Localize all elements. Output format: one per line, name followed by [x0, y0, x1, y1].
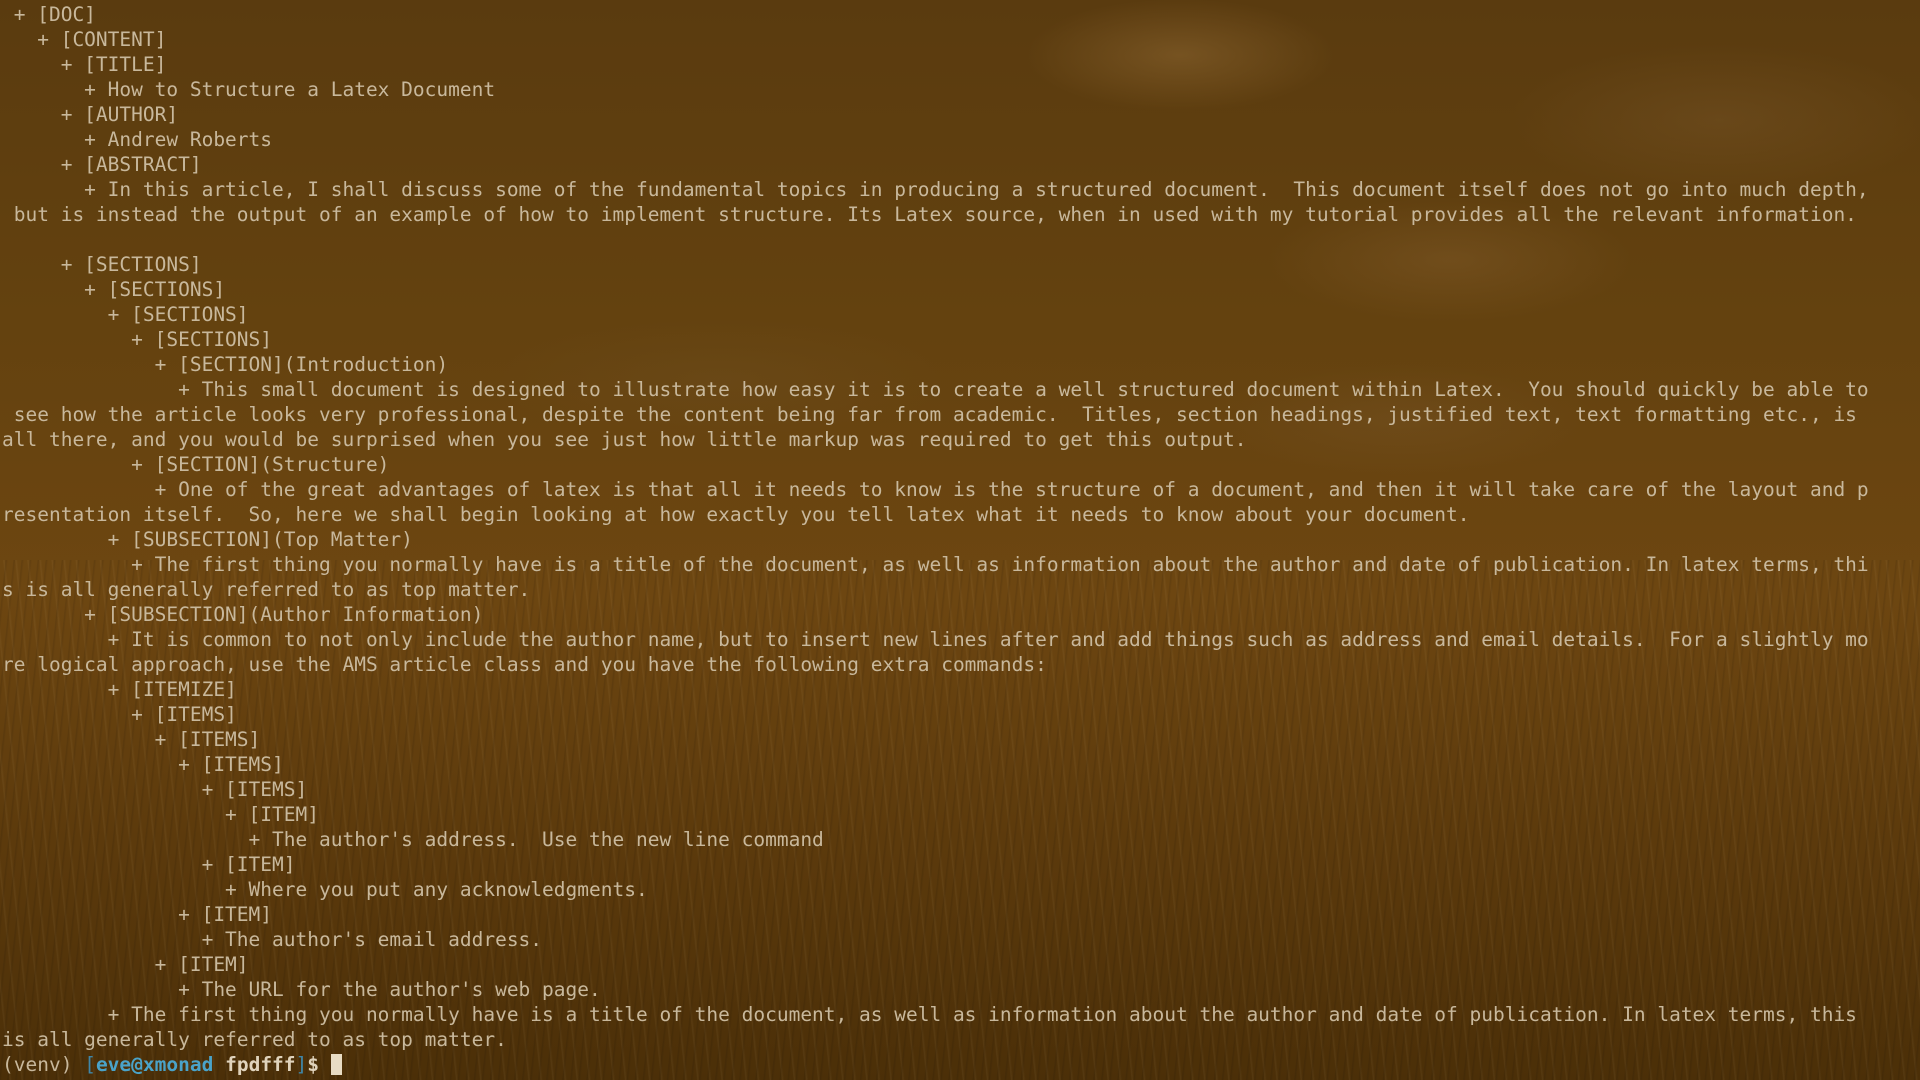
terminal-line: + The author's email address. [2, 928, 543, 951]
terminal-line: + The author's address. Use the new line… [2, 828, 824, 851]
terminal-line: s is all generally referred to as top ma… [2, 578, 531, 601]
terminal-line: + [ITEMS] [2, 703, 237, 726]
terminal-line: + [SECTIONS] [2, 328, 273, 351]
terminal-line: resentation itself. So, here we shall be… [2, 503, 1470, 526]
text-cursor[interactable] [331, 1054, 343, 1075]
prompt-dollar: $ [307, 1053, 320, 1076]
prompt-close-bracket: ] [295, 1053, 308, 1076]
terminal-output: + [DOC] + [CONTENT] + [TITLE] + How to S… [2, 2, 1916, 1052]
prompt-user-host: eve@xmonad [95, 1053, 214, 1076]
terminal-line: + [SUBSECTION](Author Information) [2, 603, 484, 626]
terminal-line: + [DOC] [2, 3, 96, 26]
terminal-line: + [ITEM] [2, 803, 319, 826]
terminal-line: all there, and you would be surprised wh… [2, 428, 1247, 451]
terminal-line: + [TITLE] [2, 53, 167, 76]
terminal-line: + Andrew Roberts [2, 128, 273, 151]
terminal-line: + [SUBSECTION](Top Matter) [2, 528, 413, 551]
terminal-line: + [ABSTRACT] [2, 153, 202, 176]
terminal-line: + [ITEM] [2, 853, 296, 876]
venv-indicator: (venv) [2, 1053, 85, 1076]
terminal-line: + The URL for the author's web page. [2, 978, 601, 1001]
terminal-line: + [SECTIONS] [2, 253, 202, 276]
terminal-line: + It is common to not only include the a… [2, 628, 1869, 651]
terminal-line: + The first thing you normally have is a… [2, 553, 1869, 576]
terminal-line: + [ITEM] [2, 953, 249, 976]
terminal-line: + Where you put any acknowledgments. [2, 878, 648, 901]
terminal-line: + [SECTION](Structure) [2, 453, 390, 476]
terminal-line: + [ITEMIZE] [2, 678, 237, 701]
terminal-line: + One of the great advantages of latex i… [2, 478, 1869, 501]
terminal-line: + This small document is designed to ill… [2, 378, 1869, 401]
terminal-line: + [SECTIONS] [2, 303, 249, 326]
terminal-line: + [SECTION](Introduction) [2, 353, 449, 376]
terminal-line: + How to Structure a Latex Document [2, 78, 496, 101]
terminal-line: + [CONTENT] [2, 28, 167, 51]
terminal-window[interactable]: + [DOC] + [CONTENT] + [TITLE] + How to S… [2, 2, 1916, 1078]
terminal-line: + [AUTHOR] [2, 103, 179, 126]
terminal-line: + In this article, I shall discuss some … [2, 178, 1869, 201]
terminal-line: + [ITEMS] [2, 778, 308, 801]
terminal-line: + [ITEMS] [2, 728, 261, 751]
terminal-line: but is instead the output of an example … [2, 203, 1857, 226]
terminal-line: is all generally referred to as top matt… [2, 1028, 507, 1051]
terminal-line: re logical approach, use the AMS article… [2, 653, 1047, 676]
terminal-line: + [ITEM] [2, 903, 273, 926]
terminal-line: + [SECTIONS] [2, 278, 226, 301]
terminal-line: + [ITEMS] [2, 753, 284, 776]
prompt-directory: fpdfff [225, 1053, 296, 1076]
terminal-line: + The first thing you normally have is a… [2, 1003, 1857, 1026]
terminal-line: see how the article looks very professio… [2, 403, 1857, 426]
prompt-open-bracket: [ [84, 1053, 96, 1076]
shell-prompt[interactable]: (venv) [eve@xmonad fpdfff]$ [2, 1052, 1916, 1077]
